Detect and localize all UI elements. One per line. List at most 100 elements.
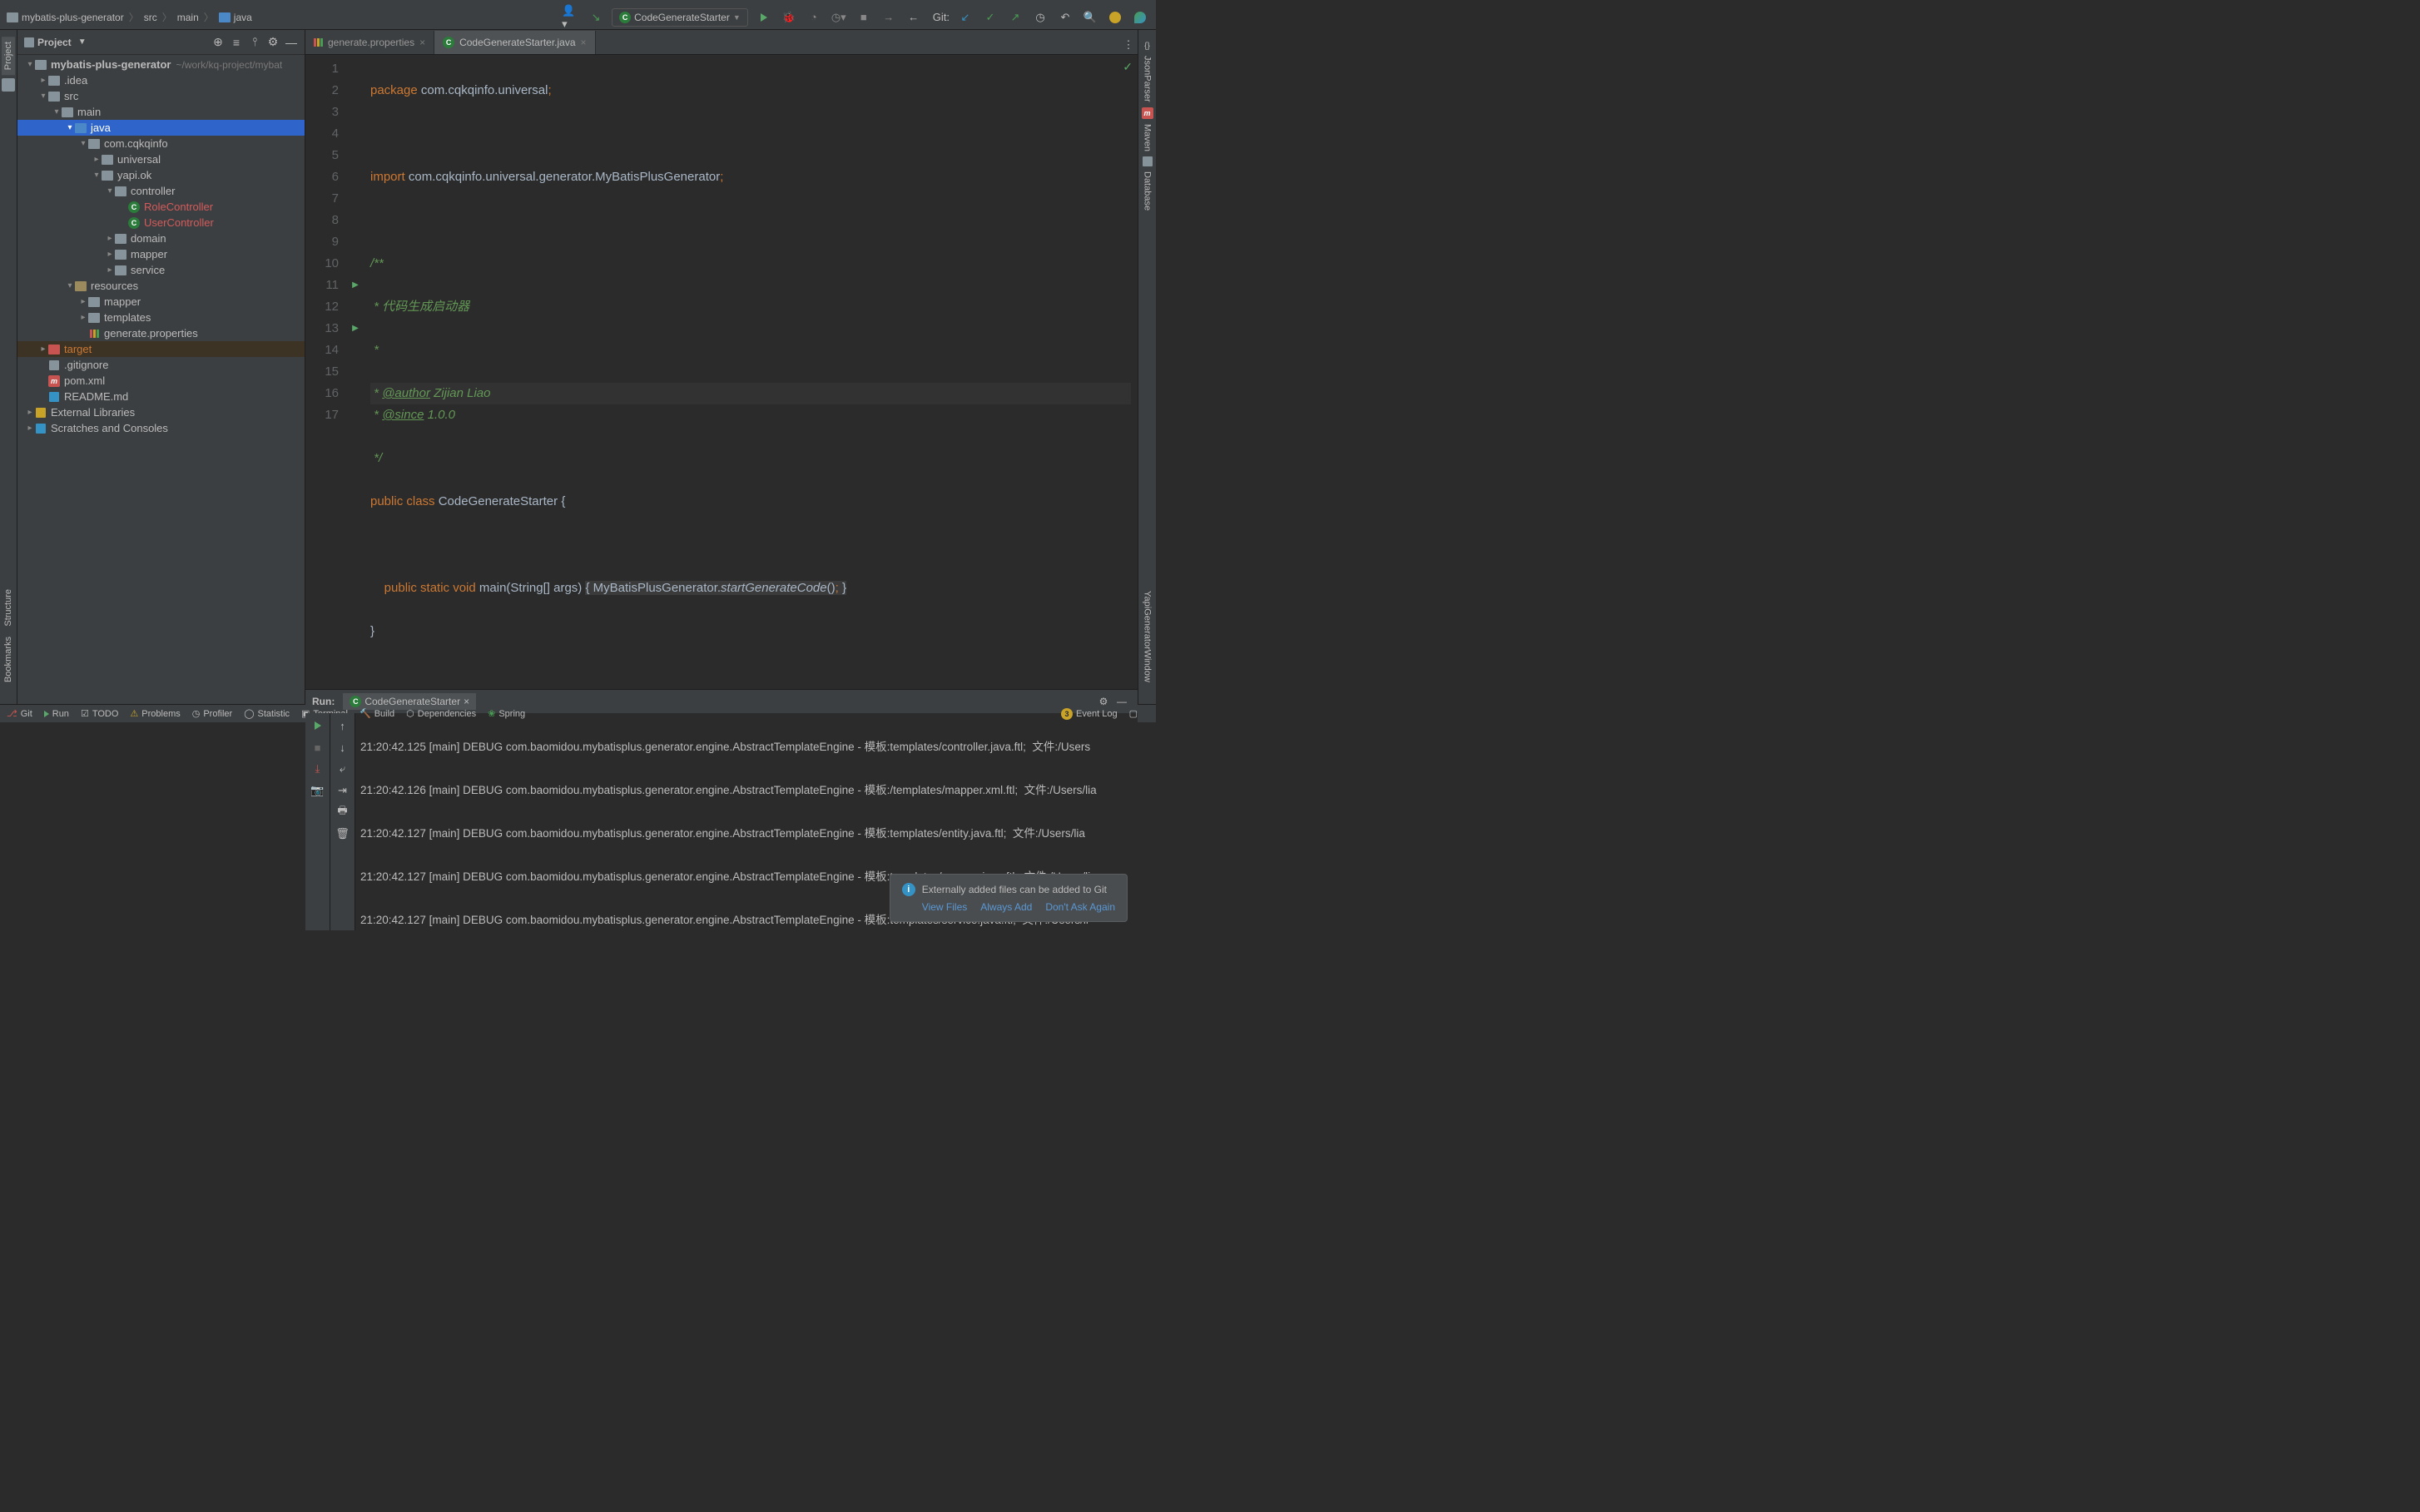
structure-tool-tab[interactable]: Structure [2,584,15,632]
bookmarks-tool-tab[interactable]: Bookmarks [2,632,15,687]
always-add-link[interactable]: Always Add [980,901,1032,913]
yapi-tool-tab[interactable]: YapiGeneratorWindow [1141,586,1154,687]
scroll-up-icon[interactable]: ↑ [334,716,352,735]
tab-generate-properties[interactable]: generate.properties × [305,31,434,54]
breadcrumb-java[interactable]: java [219,12,252,23]
breadcrumb-src[interactable]: src [144,12,157,23]
tree-pom[interactable]: mpom.xml [17,373,305,389]
close-tab-icon[interactable]: × [464,696,469,707]
status-git[interactable]: ⎇Git [7,708,32,719]
settings-gear-icon[interactable]: ⚙ [266,36,280,49]
tree-templates[interactable]: templates [17,310,305,325]
run-main-gutter-icon[interactable]: ▶ [347,318,364,340]
nav-forward-icon[interactable]: → [880,8,898,27]
project-title-label: Project [37,37,72,48]
view-files-link[interactable]: View Files [922,901,967,913]
run-button[interactable] [755,8,773,27]
maven-tool-tab[interactable]: Maven [1141,119,1154,156]
stop-icon[interactable]: ■ [309,738,327,756]
folder-tool-icon[interactable] [2,78,15,92]
coverage-button[interactable]: ◔ [805,8,823,27]
select-opened-icon[interactable]: ⊕ [211,36,225,49]
close-tab-icon[interactable]: × [419,37,425,48]
line-number-gutter[interactable]: 123 456 789 101112 131415 1617 [305,55,347,689]
history-icon[interactable]: ◷ [1031,8,1049,27]
scroll-to-end-icon[interactable]: ⇥ [334,781,352,800]
maven-tool-icon[interactable]: m [1142,107,1153,119]
status-statistic[interactable]: ◯Statistic [244,708,290,719]
tree-root[interactable]: mybatis-plus-generator~/work/kq-project/… [17,57,305,72]
database-tool-icon[interactable] [1143,156,1153,166]
clear-icon[interactable]: 🗑 [334,825,352,843]
soft-wrap-icon[interactable]: ⤶ [334,760,352,778]
breadcrumb[interactable]: mybatis-plus-generator 〉 src 〉 main 〉 ja… [7,10,562,24]
add-config-icon[interactable]: 👤▾ [562,8,580,27]
build-hammer-icon[interactable]: ↘ [587,8,605,27]
tree-domain[interactable]: domain [17,231,305,246]
jsonparser-tool-tab[interactable]: JsonParser [1141,51,1154,107]
tree-idea[interactable]: .idea [17,72,305,88]
debug-button[interactable]: 🐞 [780,8,798,27]
tab-label: generate.properties [328,37,414,48]
project-tool-tab[interactable]: Project [2,37,15,75]
tree-readme[interactable]: README.md [17,389,305,404]
run-class-gutter-icon[interactable]: ▶ [347,275,364,296]
ide-settings-icon[interactable] [1131,8,1149,27]
dont-ask-link[interactable]: Don't Ask Again [1045,901,1115,913]
tree-java[interactable]: java [17,120,305,136]
search-everywhere-icon[interactable]: 🔍 [1081,8,1099,27]
project-tree[interactable]: mybatis-plus-generator~/work/kq-project/… [17,55,305,704]
status-todo[interactable]: ☑TODO [81,708,118,719]
scroll-down-icon[interactable]: ↓ [334,738,352,756]
breadcrumb-main[interactable]: main [177,12,199,23]
git-commit-icon[interactable]: ✓ [981,8,999,27]
breadcrumb-root[interactable]: mybatis-plus-generator [7,12,124,23]
status-profiler[interactable]: ◷Profiler [192,708,232,719]
expand-all-icon[interactable]: ≡ [230,36,243,49]
editor-body[interactable]: 123 456 789 101112 131415 1617 ▶ ▶ packa… [305,55,1138,689]
git-update-icon[interactable]: ↙ [956,8,974,27]
project-view-selector[interactable]: Project ▼ [24,37,87,48]
gutter-run-marks[interactable]: ▶ ▶ [347,55,364,689]
status-run[interactable]: Run [44,709,69,719]
tree-target[interactable]: target [17,341,305,357]
tab-codegenerate-starter[interactable]: C CodeGenerateStarter.java × [434,31,595,54]
rerun-icon[interactable] [309,716,327,735]
tree-src[interactable]: src [17,88,305,104]
database-tool-tab[interactable]: Database [1141,166,1154,216]
rollback-icon[interactable]: ↶ [1056,8,1074,27]
exit-icon[interactable]: ⤓ [309,760,327,778]
ide-update-icon[interactable] [1106,8,1124,27]
tree-genprops[interactable]: generate.properties [17,325,305,341]
tree-extlibs[interactable]: External Libraries [17,404,305,420]
run-tab[interactable]: C CodeGenerateStarter × [343,693,476,710]
run-config-selector[interactable]: C CodeGenerateStarter ▼ [612,8,748,27]
git-push-icon[interactable]: ↗ [1006,8,1024,27]
breadcrumb-root-label: mybatis-plus-generator [22,12,124,23]
collapse-all-icon[interactable]: ⫯ [248,36,261,49]
tree-main[interactable]: main [17,104,305,120]
hide-panel-icon[interactable]: — [285,36,298,49]
camera-icon[interactable]: 📷 [309,781,327,800]
tree-controller[interactable]: controller [17,183,305,199]
tree-service[interactable]: service [17,262,305,278]
tree-scratches[interactable]: Scratches and Consoles [17,420,305,436]
tree-usercontroller[interactable]: CUserController [17,215,305,231]
tree-rolecontroller[interactable]: CRoleController [17,199,305,215]
close-tab-icon[interactable]: × [581,37,587,48]
tree-universal[interactable]: universal [17,151,305,167]
nav-back-icon[interactable]: ← [905,8,923,27]
profile-button[interactable]: ◷▾ [830,8,848,27]
tree-res-mapper[interactable]: mapper [17,294,305,310]
inspection-status-icon[interactable]: ✓ [1123,60,1133,74]
tree-resources[interactable]: resources [17,278,305,294]
tree-yapiok[interactable]: yapi.ok [17,167,305,183]
code-area[interactable]: package com.cqkqinfo.universal; import c… [364,55,1138,689]
tree-gitignore[interactable]: .gitignore [17,357,305,373]
editor-more-icon[interactable]: ⋮ [1119,36,1138,54]
tree-mapper[interactable]: mapper [17,246,305,262]
tree-package[interactable]: com.cqkqinfo [17,136,305,151]
print-icon[interactable]: 🖶 [334,803,352,821]
stop-button[interactable]: ■ [855,8,873,27]
status-problems[interactable]: ⚠Problems [130,708,180,719]
